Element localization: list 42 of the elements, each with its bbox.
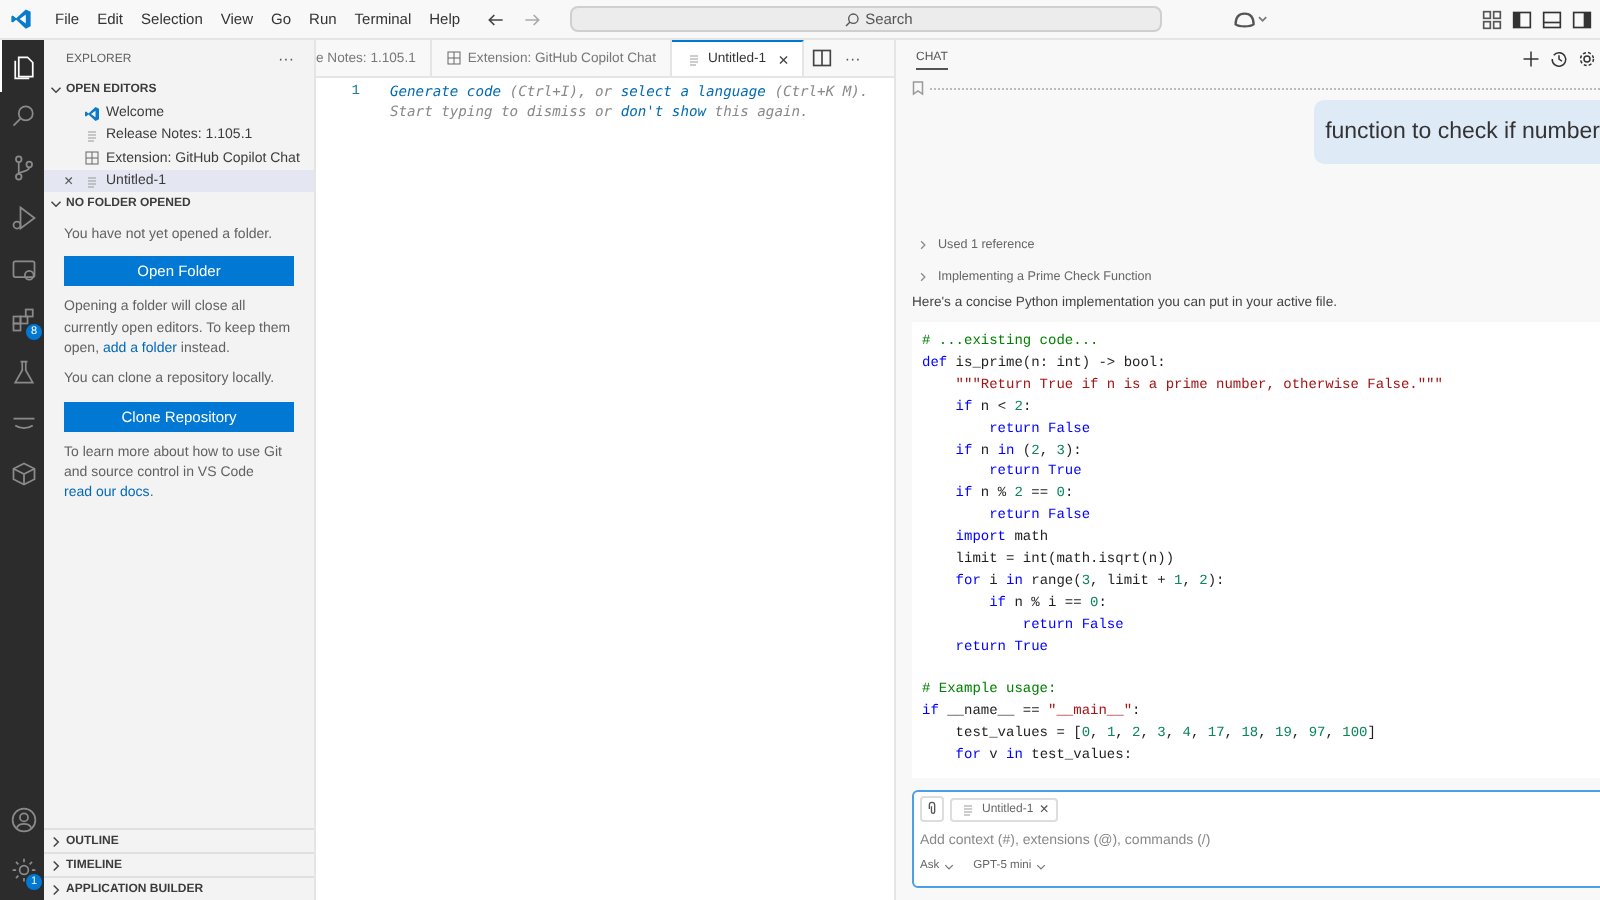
close-button[interactable]: × <box>64 172 78 191</box>
search-icon <box>843 11 860 27</box>
panel-toggle-icon[interactable] <box>1542 9 1562 29</box>
extension-icon <box>445 50 462 66</box>
search-icon <box>9 102 37 131</box>
chevron-icon <box>50 198 62 211</box>
more-actions-button[interactable]: ··· <box>844 49 861 67</box>
back-arrow-icon[interactable] <box>485 9 506 29</box>
vscode-logo-icon <box>84 105 100 122</box>
user-message: function to check if number <box>1313 100 1600 164</box>
testing-icon <box>9 357 37 386</box>
run-icon <box>9 204 37 233</box>
caret-icon <box>1035 861 1046 871</box>
chevron-icon <box>918 271 928 281</box>
chevron-icon <box>918 239 928 249</box>
extensions-icon <box>9 306 37 335</box>
source-control-icon <box>9 153 37 182</box>
file-lines-icon <box>960 801 976 817</box>
history-icon[interactable] <box>1550 49 1568 67</box>
file-lines-icon <box>685 51 702 67</box>
secondary-sidebar-toggle-icon[interactable] <box>1572 9 1592 29</box>
bookmark-icon[interactable] <box>912 80 924 96</box>
files-icon <box>9 51 37 80</box>
settings-icon[interactable] <box>1578 49 1596 67</box>
file-lines-icon <box>84 173 100 190</box>
plus-icon[interactable] <box>1522 49 1540 67</box>
package-icon <box>9 459 37 488</box>
vscode-logo-icon <box>10 8 32 30</box>
settings-icon <box>9 856 37 885</box>
extension-icon <box>84 150 100 167</box>
remote-icon <box>9 255 37 284</box>
account-icon <box>9 805 37 834</box>
caret-icon <box>943 861 954 871</box>
more-actions-button[interactable]: ··· <box>278 50 294 68</box>
split-editor-icon[interactable] <box>812 48 833 68</box>
paperclip-icon[interactable] <box>920 796 944 822</box>
close-button[interactable]: × <box>1039 801 1049 817</box>
sidebar-toggle-icon[interactable] <box>1512 9 1532 29</box>
file-lines-icon <box>84 127 100 144</box>
close-button[interactable]: × <box>778 49 789 69</box>
chevron-icon <box>50 84 62 96</box>
layout-icon[interactable] <box>1482 9 1502 29</box>
